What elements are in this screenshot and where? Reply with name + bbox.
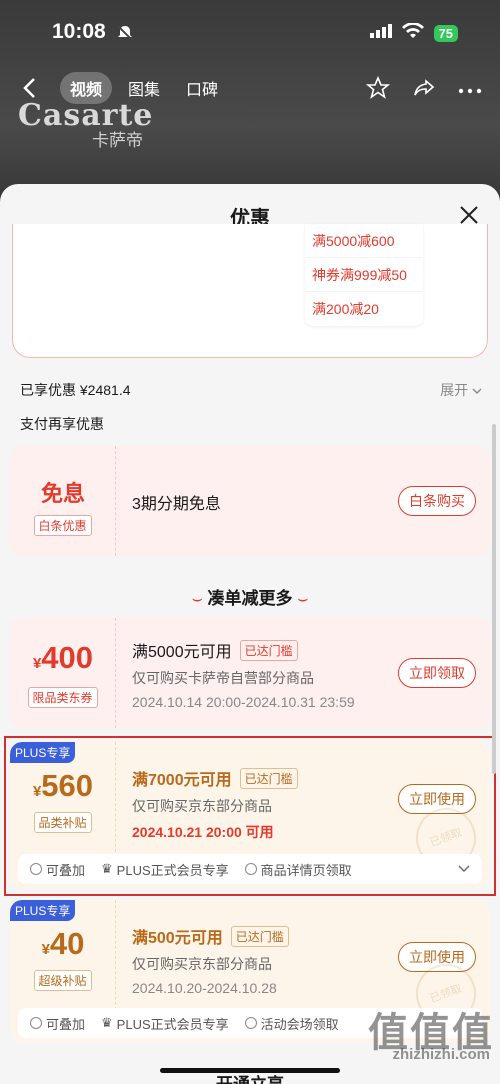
coupon-tag: 限品类东券 (27, 687, 98, 708)
coupon-amount: ¥400 (32, 640, 94, 675)
status-time: 10:08 (52, 20, 106, 43)
coupon-condition: 满5000元可用 (132, 644, 232, 661)
chevron-down-icon (472, 382, 482, 398)
watermark-site: zhizhizhi.com (392, 1046, 491, 1063)
pay-section-title: 支付再享优惠 (20, 416, 104, 432)
coupon-time: 2024.10.21 20:00 可用 (132, 824, 274, 840)
coupon-scope: 仅可购买京东部分商品 (132, 956, 272, 972)
coupon-tag: 超级补贴 (33, 970, 92, 991)
coupon-card: ¥400 限品类东券 满5000元可用 已达门槛 仅可购买卡萨帝自营部分商品 20… (10, 618, 490, 728)
reach-badge: 已达门槛 (239, 639, 298, 661)
signal-icon (369, 24, 392, 43)
coupon-time: 2024.10.14 20:00-2024.10.31 23:59 (132, 694, 355, 710)
status-bar: 10:08 75 (0, 0, 500, 66)
baitiao-card: 免息 白条优惠 3期分期免息 白条购买 (10, 446, 490, 556)
mini-discount-item: 满200减20 (312, 301, 379, 317)
mini-discount-item: 神券满999减50 (305, 258, 423, 292)
share-icon[interactable] (412, 76, 436, 105)
coupon-scope: 仅可购买京东部分商品 (132, 798, 272, 814)
reach-badge: 已达门槛 (230, 925, 289, 947)
brand-logo-cn: 卡萨帝 (92, 131, 143, 150)
baitiao-desc: 3期分期免息 (132, 496, 221, 513)
crown-icon: ♛ (101, 861, 113, 876)
plus-badge: PLUS专享 (10, 742, 76, 763)
tab-reviews[interactable]: 口碑 (176, 72, 228, 104)
reach-badge: 已达门槛 (239, 767, 298, 789)
mute-icon (116, 24, 134, 47)
enjoyed-discount-text: 已享优惠 ¥2481.4 (20, 382, 131, 398)
coupon-tag: 品类补贴 (33, 812, 92, 833)
coupon-condition: 满7000元可用 (132, 772, 232, 789)
baitiao-tag: 白条优惠 (33, 515, 92, 536)
coupon-condition: 满500元可用 (132, 930, 223, 947)
battery-icon: 75 (433, 25, 458, 42)
star-icon[interactable] (365, 75, 391, 105)
stackable-label: 可叠加 (30, 1014, 85, 1033)
coupon-scope: 仅可购买卡萨帝自营部分商品 (132, 670, 314, 686)
wifi-icon (401, 22, 424, 44)
plus-badge: PLUS专享 (10, 900, 76, 921)
mini-discount-item: 满5000减600 (305, 224, 423, 258)
chevron-down-icon[interactable] (458, 865, 470, 873)
section-more-title: ⌣ 凑单减更多 ⌣ (191, 589, 309, 608)
plus-member-label: ♛ PLUS正式会员专享 (101, 1015, 229, 1032)
expand-button[interactable]: 展开 (440, 380, 482, 400)
plus-member-label: ♛ PLUS正式会员专享 (101, 861, 229, 878)
baitiao-title: 免息 (40, 481, 85, 506)
claim-source-label: 活动会场领取 (244, 1014, 339, 1033)
scrollbar[interactable] (492, 424, 496, 774)
discount-sheet: 优惠 满5000减600 神券满999减50 满200减20 已享优惠 ¥248… (0, 184, 500, 1084)
coupon-amount: ¥560 (32, 768, 94, 803)
coupon-time: 2024.10.20-2024.10.28 (132, 980, 277, 996)
home-indicator[interactable] (160, 1068, 340, 1073)
claim-button[interactable]: 立即领取 (398, 658, 476, 688)
mini-discount-list: 满5000减600 神券满999减50 满200减20 (305, 224, 423, 326)
coupon-footer: 可叠加 ♛ PLUS正式会员专享 商品详情页领取 (18, 854, 482, 884)
top-discount-card: 满5000减600 神券满999减50 满200减20 (12, 224, 488, 358)
close-icon[interactable] (458, 204, 480, 226)
baitiao-buy-button[interactable]: 白条购买 (398, 486, 476, 516)
stackable-label: 可叠加 (30, 860, 85, 879)
more-icon[interactable] (458, 82, 482, 100)
crown-icon: ♛ (101, 1015, 113, 1030)
coupon-amount: ¥40 (41, 926, 85, 961)
coupon-card: ¥560 品类补贴 PLUS专享 满7000元可用 已达门槛 仅可购买京东部分商品… (10, 742, 490, 888)
claim-source-label: 商品详情页领取 (244, 860, 352, 879)
